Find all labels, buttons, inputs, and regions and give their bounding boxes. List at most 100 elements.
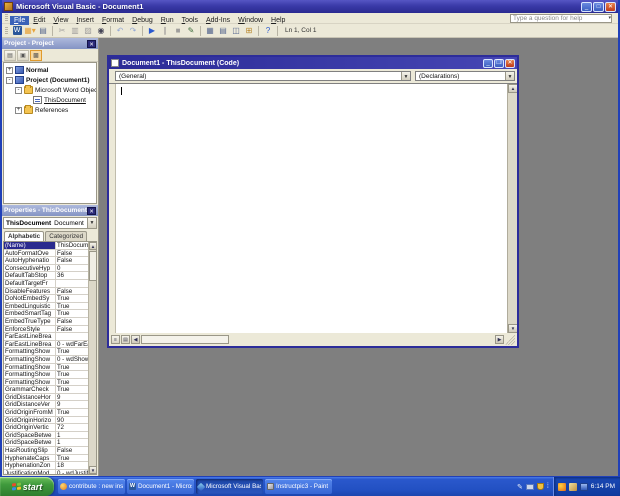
code-scroll-down-icon[interactable]: ▼ [508, 324, 517, 333]
property-row[interactable]: GridOriginFromMTrue [4, 409, 88, 417]
property-row[interactable]: EmbedSmartTagTrue [4, 310, 88, 318]
property-row[interactable]: ConsecutiveHyp0 [4, 265, 88, 273]
expand-icon[interactable]: + [15, 107, 22, 114]
property-value[interactable]: 0 - wdJustifica [56, 470, 88, 474]
scroll-thumb[interactable] [89, 251, 97, 281]
property-value[interactable]: 90 [56, 417, 88, 424]
menu-file[interactable]: File [10, 16, 29, 25]
close-button[interactable]: ✕ [605, 2, 616, 12]
help-search-input[interactable] [510, 14, 612, 23]
property-value[interactable]: False [56, 257, 88, 264]
property-value[interactable]: 36 [56, 272, 88, 279]
property-row[interactable]: DefaultTabStop36 [4, 272, 88, 280]
property-row[interactable]: FormattingShowTrue [4, 371, 88, 379]
code-restore-button[interactable]: ❐ [494, 59, 504, 68]
property-value[interactable]: True [56, 303, 88, 310]
property-value[interactable]: 1 [56, 432, 88, 439]
property-row[interactable]: JustificationMod0 - wdJustifica [4, 470, 88, 474]
paste-icon[interactable]: ▨ [82, 25, 94, 37]
object-dropdown[interactable]: (General) ▼ [115, 71, 411, 81]
code-minimize-button[interactable]: _ [483, 59, 493, 68]
code-close-button[interactable]: ✕ [505, 59, 515, 68]
property-row[interactable]: FarEastLineBrea0 - wdFarEastL [4, 341, 88, 349]
property-value[interactable]: 72 [56, 424, 88, 431]
tree-item-normal[interactable]: +Normal [4, 65, 96, 75]
pencil-icon[interactable]: ✎ [517, 483, 523, 491]
property-value[interactable]: True [56, 455, 88, 462]
taskbar-task-document1-microsof-[interactable]: WDocument1 - Microsof... [127, 479, 194, 494]
scroll-down-icon[interactable]: ▼ [89, 466, 97, 474]
tray-display-icon[interactable] [580, 483, 588, 491]
property-row[interactable]: AutoHyphenatioFalse [4, 257, 88, 265]
menu-window[interactable]: Window [234, 16, 267, 25]
view-code-button[interactable]: ▤ [4, 50, 16, 61]
toolbar-grip[interactable] [5, 27, 8, 35]
property-row[interactable]: GridSpaceBetwe1 [4, 439, 88, 447]
property-row[interactable]: FormattingShowTrue [4, 364, 88, 372]
code-editor-area[interactable]: ▲ ▼ [109, 83, 517, 333]
menubar-grip[interactable] [5, 14, 8, 22]
object-selector-combo[interactable]: ThisDocument Document ▼ [3, 217, 97, 229]
property-value[interactable]: False [56, 288, 88, 295]
toggle-folders-button[interactable]: ▩ [30, 50, 42, 61]
property-row[interactable]: FormattingShowTrue [4, 348, 88, 356]
property-value[interactable]: 0 [56, 265, 88, 272]
tab-alphabetic[interactable]: Alphabetic [4, 231, 44, 241]
combo-dropdown-icon[interactable]: ▼ [87, 218, 96, 228]
property-row[interactable]: GridOriginHorizo90 [4, 417, 88, 425]
property-value[interactable]: 9 [56, 401, 88, 408]
display-icon[interactable] [526, 484, 534, 490]
resize-grip[interactable] [505, 335, 515, 345]
tab-categorized[interactable]: Categorized [45, 231, 87, 241]
property-row[interactable]: GridDistanceHor9 [4, 394, 88, 402]
hscroll-right-icon[interactable]: ▶ [495, 335, 504, 344]
tree-item-microsoft-word-objects[interactable]: -Microsoft Word Objects [4, 85, 96, 95]
project-panel-close-icon[interactable]: ✕ [87, 40, 96, 48]
maximize-button[interactable]: □ [593, 2, 604, 12]
property-row[interactable]: EmbedLinguisticTrue [4, 303, 88, 311]
hscroll-thumb[interactable] [141, 335, 229, 344]
expand-icon[interactable]: + [6, 67, 13, 74]
property-value[interactable]: True [56, 371, 88, 378]
properties-panel-title-bar[interactable]: Properties - ThisDocument ✕ [2, 205, 98, 216]
property-row[interactable]: FormattingShowTrue [4, 379, 88, 387]
property-value[interactable]: True [56, 379, 88, 386]
property-row[interactable]: GrammarCheckTrue [4, 386, 88, 394]
view-object-button[interactable]: ▣ [17, 50, 29, 61]
property-row[interactable]: HyphenateCapsTrue [4, 455, 88, 463]
property-value[interactable]: True [56, 364, 88, 371]
tray-update-icon[interactable] [569, 483, 577, 491]
tray-messenger-icon[interactable] [558, 483, 566, 491]
full-module-view-button[interactable]: ▤ [121, 335, 130, 344]
security-shield-icon[interactable] [537, 483, 544, 490]
taskbar-task-instructpic3-paint[interactable]: Instructpic3 - Paint [265, 479, 332, 494]
code-scroll-up-icon[interactable]: ▲ [508, 84, 517, 93]
property-row[interactable]: GridDistanceVer9 [4, 401, 88, 409]
property-row[interactable]: DefaultTargetFr [4, 280, 88, 288]
property-value[interactable]: False [56, 250, 88, 257]
collapse-icon[interactable]: - [15, 87, 22, 94]
property-row[interactable]: DoNotEmbedSyTrue [4, 295, 88, 303]
object-dropdown-icon[interactable]: ▼ [401, 72, 410, 80]
break-icon[interactable]: ∥ [159, 25, 171, 37]
property-value[interactable]: True [56, 295, 88, 302]
cut-icon[interactable]: ✂ [56, 25, 68, 37]
property-row[interactable]: EmbedTrueTypeFalse [4, 318, 88, 326]
hidden-icons-chevron[interactable]: ⁞ [547, 483, 549, 490]
property-value[interactable] [56, 333, 88, 340]
tree-item-thisdocument[interactable]: ThisDocument [4, 95, 96, 105]
properties-panel-close-icon[interactable]: ✕ [87, 207, 96, 215]
property-value[interactable]: 1 [56, 439, 88, 446]
hscroll-left-icon[interactable]: ◀ [131, 335, 140, 344]
property-row[interactable]: AutoFormatOveFalse [4, 250, 88, 258]
menu-edit[interactable]: Edit [29, 16, 49, 25]
copy-icon[interactable]: ▥ [69, 25, 81, 37]
menu-addins[interactable]: Add-Ins [202, 16, 234, 25]
procedure-dropdown-icon[interactable]: ▼ [505, 72, 514, 80]
property-row[interactable]: (Name)ThisDocument [4, 242, 88, 250]
scroll-up-icon[interactable]: ▲ [89, 242, 97, 250]
property-row[interactable]: GridSpaceBetwe1 [4, 432, 88, 440]
property-value[interactable]: True [56, 348, 88, 355]
minimize-button[interactable]: _ [581, 2, 592, 12]
property-row[interactable]: HasRoutingSlipFalse [4, 447, 88, 455]
